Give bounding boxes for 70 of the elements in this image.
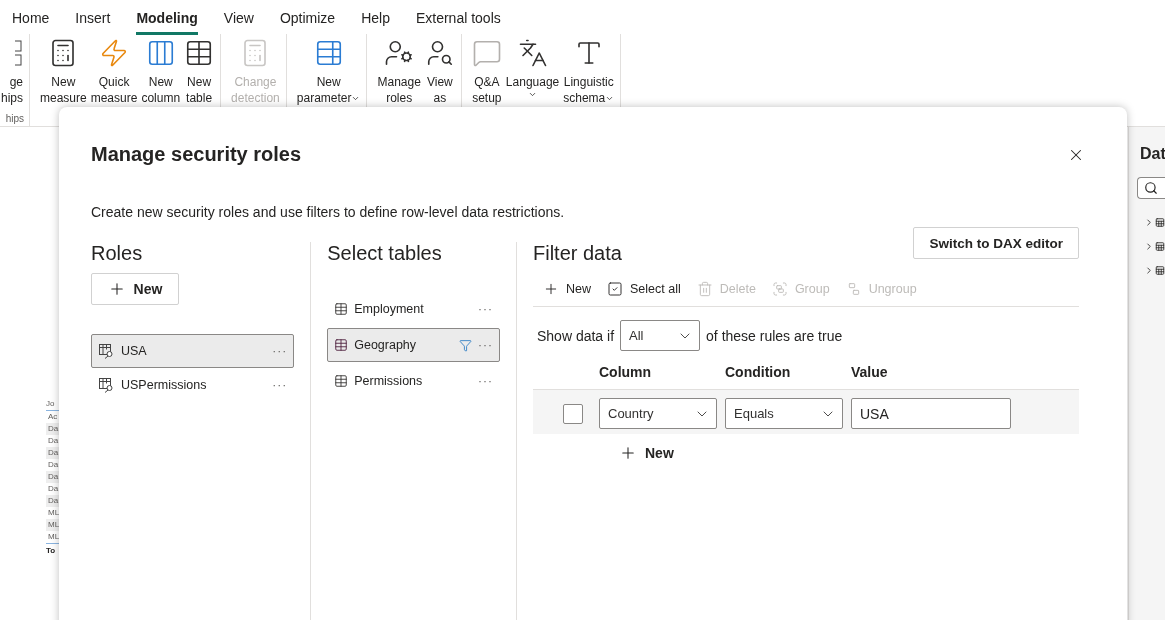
ribbon-button[interactable]: New measure (39, 38, 88, 106)
section-heading: Filter data (533, 242, 622, 265)
table-item[interactable]: Employment ··· (327, 292, 500, 326)
group-icon (771, 281, 788, 297)
role-icon (98, 343, 115, 359)
dax-editor-button[interactable]: Switch to DAX editor (913, 227, 1079, 259)
table-icon (334, 302, 349, 316)
new-role-button[interactable]: New (91, 273, 179, 305)
ribbon-tab[interactable]: Help (361, 2, 390, 35)
ribbon-tab[interactable]: Home (12, 2, 50, 35)
ribbon-tab[interactable]: External tools (415, 2, 501, 35)
value-field[interactable]: USA (851, 398, 1011, 429)
languages-icon (517, 38, 548, 68)
relationship-icon (15, 38, 23, 68)
table-cell-text: Da (47, 483, 60, 495)
table-cell-text: ML (47, 531, 61, 543)
ribbon-button[interactable]: New column (140, 38, 182, 106)
ribbon-tab[interactable]: View (223, 2, 254, 35)
column-header: Value (851, 363, 889, 382)
rule-suffix: of these rules are true (706, 327, 843, 344)
ribbon-button[interactable]: New table (183, 38, 216, 106)
rule-checkbox[interactable] (563, 403, 583, 424)
pane-title: Dat (1140, 145, 1165, 163)
role-icon (98, 377, 115, 393)
ribbon-button[interactable]: Linguistic schema (562, 38, 616, 106)
dialog-title: Manage security roles (91, 143, 302, 166)
checkbox-icon (607, 281, 623, 297)
table-cell-text: Da (47, 459, 60, 471)
speech-bubble-icon (471, 38, 502, 68)
table-icon (334, 338, 349, 352)
column-header: Column (599, 363, 653, 382)
table-cell-text: Da (47, 435, 60, 447)
dialog-description: Create new security roles and use filters to define row-level data restrictions. (91, 204, 566, 220)
ribbon-button[interactable]: New parameter (295, 38, 362, 106)
table-item[interactable]: Permissions ··· (327, 364, 500, 398)
group-label: hips (5, 113, 24, 124)
ribbon-tab[interactable]: Insert (75, 2, 111, 35)
table-item[interactable]: Geography ··· (327, 328, 500, 362)
user-gear-icon (384, 38, 415, 68)
toolbar-button[interactable]: Select all (607, 279, 681, 299)
table-icon (1155, 215, 1165, 229)
search-field[interactable] (1137, 177, 1165, 199)
trash-icon (696, 281, 713, 297)
table-icon (1155, 239, 1165, 253)
ribbon-button[interactable]: Quick measure (89, 38, 139, 106)
table-icon (334, 374, 349, 388)
role-item[interactable]: USPermissions ··· (91, 368, 295, 402)
plus-icon (619, 444, 637, 462)
match-dropdown[interactable]: All (620, 320, 701, 351)
table-cell-text: ML (47, 507, 61, 519)
column-header: Condition (725, 363, 792, 382)
ribbon-tab[interactable]: Modeling (136, 2, 198, 35)
rule-prefix: Show data if (537, 327, 615, 344)
section-heading: Select tables (327, 242, 443, 265)
ribbon-button[interactable]: Language (504, 38, 561, 106)
condition-dropdown[interactable]: Equals (725, 398, 843, 429)
ribbon-tab[interactable]: Optimize (279, 2, 336, 35)
toolbar-button[interactable]: New (543, 279, 591, 299)
table-cell-text: Ac (47, 411, 59, 423)
new-rule-button[interactable]: New (617, 442, 1079, 464)
ribbon-button[interactable]: View as (423, 38, 456, 106)
ribbon-button[interactable]: Manage roles (376, 38, 422, 106)
ribbon-button[interactable]: ge hips (0, 38, 24, 106)
ribbon-button[interactable]: Q&A setup (470, 38, 503, 106)
table-icon (1155, 263, 1165, 277)
plus-icon (543, 281, 559, 297)
role-item[interactable]: USA ··· (91, 334, 295, 368)
search-icon (1144, 181, 1158, 195)
column-dropdown[interactable]: Country (599, 398, 717, 429)
section-heading: Roles (91, 242, 144, 265)
